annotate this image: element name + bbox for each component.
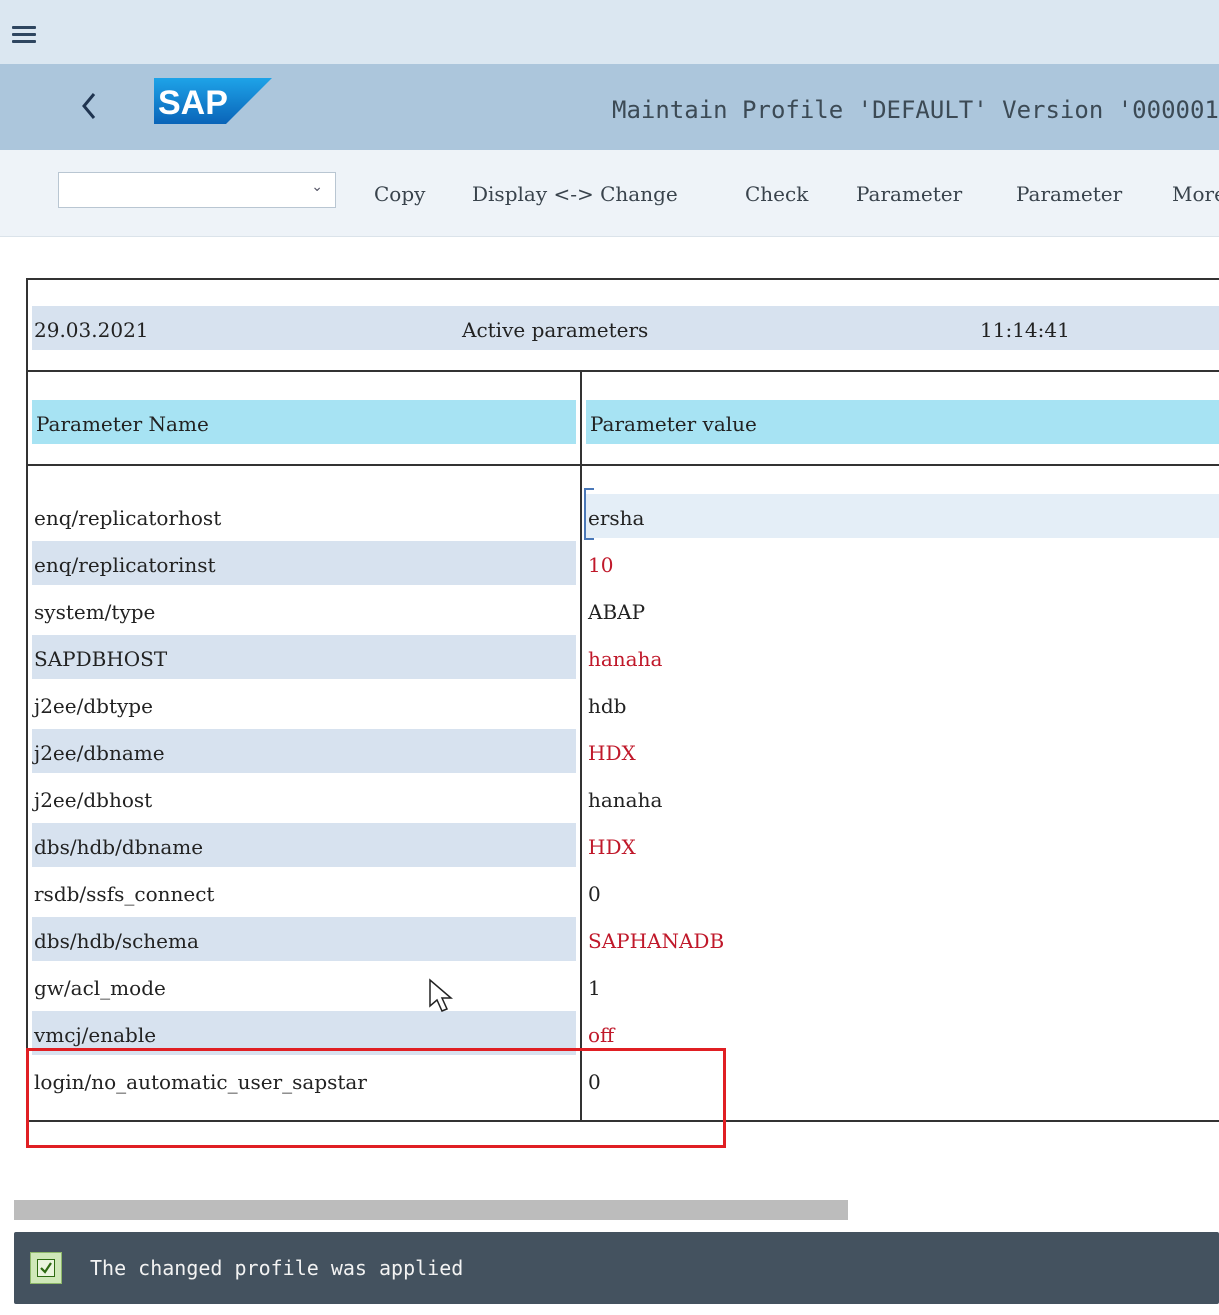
table-row-name[interactable]: dbs/hdb/schema — [32, 917, 576, 961]
shell-header: SAP Maintain Profile 'DEFAULT' Version '… — [0, 64, 1219, 150]
status-bar: The changed profile was applied — [14, 1232, 1219, 1304]
column-header-value-label: Parameter value — [590, 412, 757, 436]
table-row-name[interactable]: j2ee/dbname — [32, 729, 576, 773]
checkbox-checked-icon — [30, 1252, 62, 1284]
column-divider — [580, 370, 582, 1122]
parameter-name: vmcj/enable — [34, 1023, 157, 1047]
parameter-name: rsdb/ssfs_connect — [34, 882, 215, 906]
table-row-name[interactable]: rsdb/ssfs_connect — [32, 870, 576, 914]
table-row-value[interactable]: HDX — [586, 823, 1219, 867]
table-row-value[interactable]: hdb — [586, 682, 1219, 726]
table-row-name[interactable]: system/type — [32, 588, 576, 632]
parameter-name: gw/acl_mode — [34, 976, 166, 1000]
parameter-value: SAPHANADB — [588, 929, 725, 953]
display-change-button[interactable]: Display <-> Change — [472, 182, 678, 206]
parameter-name: enq/replicatorhost — [34, 506, 222, 530]
table-row-value[interactable]: 0 — [586, 870, 1219, 914]
parameter-name: j2ee/dbname — [34, 741, 165, 765]
table-row-value[interactable]: 1 — [586, 964, 1219, 1008]
parameter-name: dbs/hdb/schema — [34, 929, 199, 953]
parameter-value: hanaha — [588, 788, 663, 812]
parameter-value: off — [588, 1023, 615, 1047]
parameter-name: j2ee/dbtype — [34, 694, 153, 718]
report-time: 11:14:41 — [980, 318, 1070, 342]
parameter-value: 10 — [588, 553, 614, 577]
divider — [26, 464, 1219, 466]
parameter-value: hanaha — [588, 647, 663, 671]
parameter-value: HDX — [588, 835, 636, 859]
parameter-name: system/type — [34, 600, 156, 624]
mouse-pointer-icon — [429, 978, 454, 1012]
parameter-value: ABAP — [588, 600, 646, 624]
status-message: The changed profile was applied — [90, 1256, 464, 1280]
table-row-value[interactable]: HDX — [586, 729, 1219, 773]
command-field-select[interactable]: ⌄ — [58, 172, 336, 208]
chevron-down-icon: ⌄ — [311, 179, 323, 195]
table-row-name[interactable]: SAPDBHOST — [32, 635, 576, 679]
column-header-value: Parameter value — [586, 400, 1219, 444]
hamburger-icon[interactable] — [12, 26, 36, 44]
parameter-value: 1 — [588, 976, 601, 1000]
table-row-value[interactable]: ersha — [586, 494, 1219, 538]
column-header-name-label: Parameter Name — [36, 412, 209, 436]
table-row-name[interactable]: enq/replicatorhost — [32, 494, 576, 538]
page-title: Maintain Profile 'DEFAULT' Version '0000… — [612, 96, 1219, 124]
check-button[interactable]: Check — [745, 182, 808, 206]
table-row-value[interactable]: hanaha — [586, 635, 1219, 679]
column-header-name: Parameter Name — [32, 400, 576, 444]
report-date: 29.03.2021 — [34, 318, 149, 342]
back-chevron-icon[interactable] — [76, 86, 102, 126]
copy-button[interactable]: Copy — [374, 182, 425, 206]
report-header: 29.03.2021 Active parameters 11:14:41 — [32, 306, 1219, 350]
parameter-name: dbs/hdb/dbname — [34, 835, 204, 859]
table-row-name[interactable]: j2ee/dbtype — [32, 682, 576, 726]
report-heading: Active parameters — [462, 318, 649, 342]
parameter-value: ersha — [588, 506, 645, 530]
table-row-name[interactable]: gw/acl_mode — [32, 964, 576, 1008]
table-row-value[interactable]: 10 — [586, 541, 1219, 585]
more-button[interactable]: More — [1172, 182, 1219, 206]
svg-text:SAP: SAP — [158, 84, 228, 122]
top-bar — [0, 0, 1219, 64]
table-row-name[interactable]: enq/replicatorinst — [32, 541, 576, 585]
sap-logo: SAP — [154, 78, 272, 124]
parameter-value: 0 — [588, 882, 601, 906]
table-row-value[interactable]: ABAP — [586, 588, 1219, 632]
annotation-highlight-box — [26, 1048, 726, 1148]
horizontal-scrollbar[interactable] — [14, 1200, 848, 1220]
parameter-value: HDX — [588, 741, 636, 765]
parameter-name: j2ee/dbhost — [34, 788, 153, 812]
parameter-name: SAPDBHOST — [34, 647, 168, 671]
parameter-name: enq/replicatorinst — [34, 553, 216, 577]
parameter-value: hdb — [588, 694, 627, 718]
table-row-name[interactable]: dbs/hdb/dbname — [32, 823, 576, 867]
application-toolbar: ⌄ Copy Display <-> Change Check Paramete… — [0, 150, 1219, 237]
table-row-value[interactable]: SAPHANADB — [586, 917, 1219, 961]
table-row-name[interactable]: j2ee/dbhost — [32, 776, 576, 820]
parameter-button-1[interactable]: Parameter — [856, 182, 962, 206]
parameter-button-2[interactable]: Parameter — [1016, 182, 1122, 206]
divider — [26, 370, 1219, 372]
table-row-value[interactable]: hanaha — [586, 776, 1219, 820]
